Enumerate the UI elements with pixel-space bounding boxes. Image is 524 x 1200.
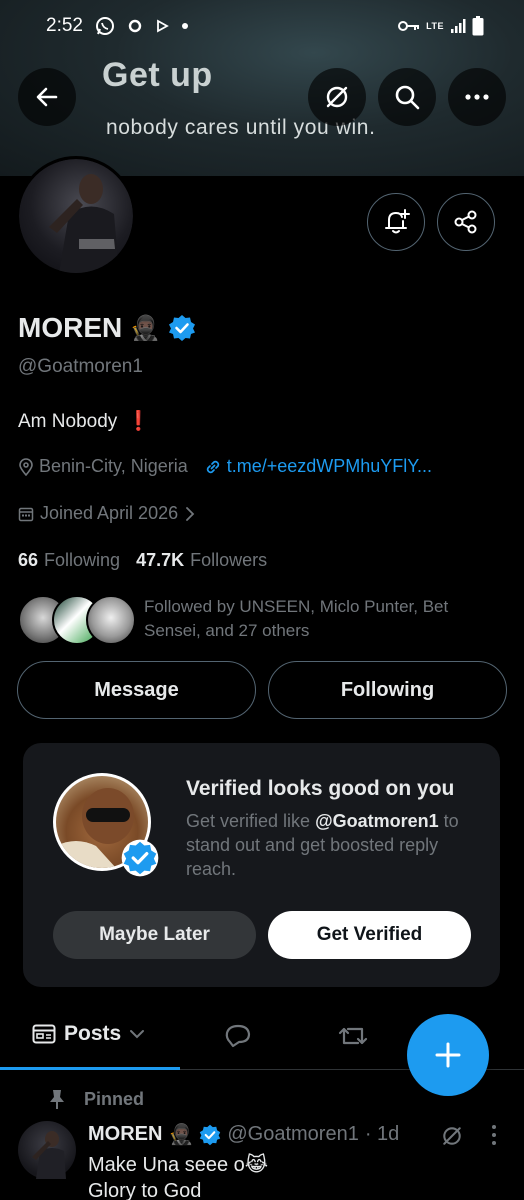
- share-icon: [454, 210, 477, 234]
- sync-icon: [127, 18, 143, 34]
- pin-icon: [50, 1090, 64, 1109]
- post-time: · 1d: [364, 1123, 400, 1145]
- grok-icon: [443, 1127, 461, 1145]
- verified-badge-icon: [169, 315, 196, 341]
- profile-name-row: MOREN 🥷🏿: [18, 312, 196, 344]
- tab-posts-label: Posts: [64, 1022, 122, 1045]
- profile-bio: Am Nobody ❗: [18, 409, 150, 433]
- more-options-button[interactable]: [448, 68, 506, 126]
- notifications-button[interactable]: [367, 193, 425, 251]
- post-author-emoji: 🥷🏿: [168, 1124, 194, 1146]
- back-button[interactable]: [18, 68, 76, 126]
- profile-link[interactable]: t.me/+eezdWPMhuYFlY...: [204, 456, 432, 477]
- status-bar: 2:52 LTE: [0, 0, 524, 52]
- notification-icons: [95, 16, 189, 36]
- post-line: Glory to God: [88, 1180, 202, 1200]
- joined-text: Joined April 2026: [40, 503, 179, 523]
- link-text: t.me/+eezdWPMhuYFlY...: [226, 456, 432, 476]
- following-count: 66: [18, 550, 39, 570]
- back-arrow-icon: [36, 87, 58, 107]
- banner-title: Get up: [102, 56, 213, 94]
- posts-icon: [32, 1024, 56, 1044]
- post-more-button[interactable]: [490, 1124, 498, 1151]
- promo-title: Verified looks good on you: [186, 777, 455, 800]
- system-icons: LTE: [398, 16, 484, 36]
- bell-plus-icon: [385, 209, 410, 234]
- pinned-indicator: Pinned: [48, 1088, 144, 1110]
- more-icon: [465, 94, 489, 100]
- play-icon: [155, 19, 169, 33]
- post-header: MOREN 🥷🏿 @Goatmoren1 · 1d: [88, 1122, 399, 1147]
- location-text: Benin-City, Nigeria: [39, 456, 188, 476]
- tab-reposts[interactable]: [338, 1022, 368, 1055]
- following-button[interactable]: Following: [268, 661, 507, 719]
- pinned-label: Pinned: [84, 1088, 145, 1109]
- search-button[interactable]: [378, 68, 436, 126]
- maybe-later-button[interactable]: Maybe Later: [53, 911, 256, 959]
- signal-icon: [450, 18, 466, 34]
- avatar-image: [19, 159, 133, 273]
- followers-label: Followers: [190, 550, 268, 570]
- post-author-handle: @Goatmoren1: [227, 1123, 359, 1145]
- chevron-down-icon: [130, 1030, 145, 1039]
- promo-description: Get verified like @Goatmoren1 to stand o…: [186, 809, 486, 881]
- message-button[interactable]: Message: [17, 661, 256, 719]
- post-text: Make Una seee o😹 Glory to God: [88, 1152, 268, 1200]
- more-vertical-icon: [492, 1125, 496, 1145]
- name-emoji: 🥷🏿: [130, 314, 161, 342]
- dot-icon: [181, 22, 189, 30]
- profile-name: MOREN: [18, 312, 123, 343]
- key-icon: [398, 20, 420, 32]
- chevron-right-icon: [186, 506, 195, 521]
- location: Benin-City, Nigeria: [18, 456, 188, 477]
- following-link[interactable]: 66 Following: [18, 550, 120, 571]
- post-author-name[interactable]: MOREN: [88, 1123, 162, 1146]
- follow-counts: 66 Following 47.7K Followers: [18, 550, 267, 571]
- verified-promo-card: Verified looks good on you Get verified …: [23, 743, 500, 987]
- verified-badge-icon: [121, 839, 159, 877]
- location-pin-icon: [19, 457, 33, 476]
- tab-replies[interactable]: [224, 1022, 252, 1055]
- post-author-avatar[interactable]: [18, 1121, 76, 1179]
- verified-badge-icon: [200, 1124, 221, 1145]
- grok-icon: [326, 86, 348, 108]
- promo-desc-prefix: Get verified like: [186, 811, 316, 831]
- plus-icon: [435, 1042, 461, 1068]
- repost-icon: [338, 1027, 368, 1045]
- post-line: Make Una seee o😹: [88, 1154, 269, 1176]
- grok-button[interactable]: [308, 68, 366, 126]
- tab-posts[interactable]: Posts: [32, 1022, 145, 1046]
- battery-icon: [472, 16, 484, 36]
- followed-by-avatars: [18, 595, 136, 645]
- profile-meta: Benin-City, Nigeria t.me/+eezdWPMhuYFlY.…: [18, 456, 432, 477]
- link-icon: [206, 460, 219, 473]
- whatsapp-icon: [95, 16, 115, 36]
- status-time: 2:52: [46, 15, 83, 36]
- followers-link[interactable]: 47.7K Followers: [136, 550, 267, 571]
- promo-desc-handle: @Goatmoren1: [315, 811, 439, 831]
- share-button[interactable]: [437, 193, 495, 251]
- post-grok-button[interactable]: [440, 1124, 464, 1153]
- network-type: LTE: [426, 21, 444, 31]
- following-label: Following: [44, 550, 121, 570]
- search-icon: [395, 85, 420, 110]
- get-verified-button[interactable]: Get Verified: [268, 911, 471, 959]
- joined-date[interactable]: Joined April 2026: [18, 503, 196, 524]
- followed-by[interactable]: Followed by UNSEEN, Miclo Punter, Bet Se…: [18, 595, 464, 645]
- profile-avatar[interactable]: [16, 156, 136, 276]
- reply-icon: [225, 1024, 251, 1048]
- profile-handle: @Goatmoren1: [18, 356, 143, 377]
- followers-count: 47.7K: [136, 550, 185, 570]
- bio-text: Am Nobody: [18, 411, 118, 432]
- follower-avatar: [86, 595, 136, 645]
- compose-post-button[interactable]: [407, 1014, 489, 1096]
- calendar-icon: [18, 507, 34, 521]
- followed-by-text: Followed by UNSEEN, Miclo Punter, Bet Se…: [144, 597, 449, 640]
- bio-emoji: ❗: [126, 411, 151, 432]
- active-tab-indicator: [0, 1067, 180, 1070]
